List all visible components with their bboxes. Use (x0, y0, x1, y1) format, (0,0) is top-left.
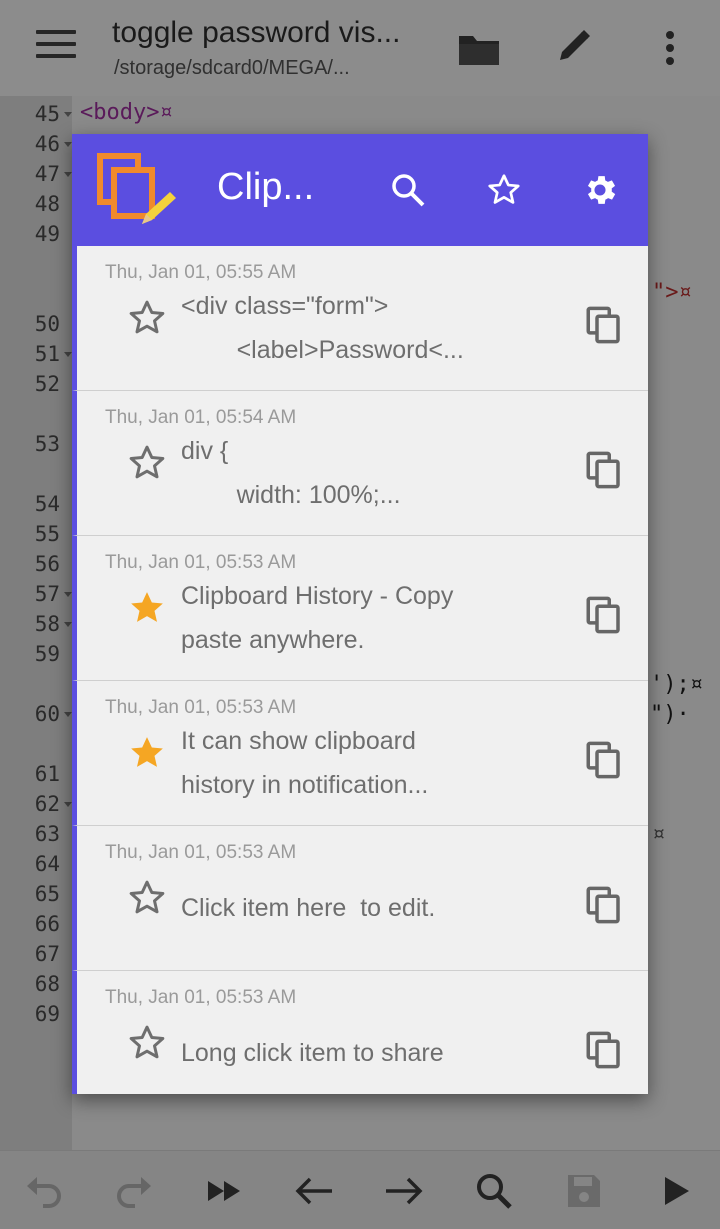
copy-icon[interactable] (583, 739, 625, 781)
line-number: 68 (34, 972, 60, 996)
line-number: 62 (0, 792, 72, 816)
search-icon[interactable] (386, 168, 430, 212)
line-number: 51 (0, 342, 72, 366)
code-line: ¤ (652, 822, 666, 847)
item-text: <div class="form"> <label>Password<... (181, 292, 464, 364)
star-outline-icon[interactable] (127, 1023, 167, 1063)
save-icon[interactable] (562, 1169, 606, 1213)
copy-icon[interactable] (583, 884, 625, 926)
item-text: Clipboard History - Copy paste anywhere. (181, 582, 454, 654)
item-timestamp: Thu, Jan 01, 05:54 AM (105, 407, 297, 428)
copy-icon[interactable] (583, 1029, 625, 1071)
item-text: div { width: 100%;... (181, 437, 401, 509)
line-number: 52 (34, 372, 60, 396)
line-number: 48 (34, 192, 60, 216)
item-timestamp: Thu, Jan 01, 05:55 AM (105, 262, 297, 283)
code-line: <body>¤ (80, 100, 173, 125)
line-number: 56 (34, 552, 60, 576)
item-text: Click item here to edit. (181, 894, 436, 922)
star-filled-icon[interactable] (127, 588, 167, 628)
line-number: 67 (34, 942, 60, 966)
copy-icon[interactable] (583, 449, 625, 491)
line-number-gutter: 45 46 47 48 49 50 51 52 53 54 55 56 57 5… (0, 96, 72, 1150)
list-item[interactable]: Thu, Jan 01, 05:53 AM It can show clipbo… (72, 681, 648, 826)
list-item[interactable]: Thu, Jan 01, 05:53 AM Click item here to… (72, 826, 648, 971)
star-outline-icon[interactable] (127, 443, 167, 483)
line-number: 61 (34, 762, 60, 786)
item-timestamp: Thu, Jan 01, 05:53 AM (105, 987, 297, 1008)
redo-icon[interactable] (112, 1169, 156, 1213)
line-number: 65 (34, 882, 60, 906)
line-number: 49 (34, 222, 60, 246)
line-number: 64 (34, 852, 60, 876)
line-number: 66 (34, 912, 60, 936)
edit-icon[interactable] (552, 24, 600, 72)
list-item[interactable]: Thu, Jan 01, 05:53 AM Clipboard History … (72, 536, 648, 681)
list-item[interactable]: Thu, Jan 01, 05:55 AM <div class="form">… (72, 246, 648, 391)
clipboard-dialog: Clip... Thu, Jan 01, 05:55 AM <div class… (72, 134, 648, 1094)
arrow-right-icon[interactable] (382, 1169, 426, 1213)
star-outline-icon[interactable] (127, 878, 167, 918)
fast-forward-icon[interactable] (202, 1169, 246, 1213)
code-line: ">¤ (652, 280, 692, 305)
list-item[interactable]: Thu, Jan 01, 05:53 AM Long click item to… (72, 971, 648, 1094)
line-number: 58 (0, 612, 72, 636)
app-logo-icon (96, 152, 176, 232)
play-icon[interactable] (654, 1169, 698, 1213)
dialog-title: Clip... (217, 166, 315, 208)
line-number: 55 (34, 522, 60, 546)
editor-app-bar: toggle password vis... /storage/sdcard0/… (0, 0, 720, 96)
item-text: It can show clipboard history in notific… (181, 727, 429, 799)
item-timestamp: Thu, Jan 01, 05:53 AM (105, 552, 297, 573)
menu-icon[interactable] (36, 30, 76, 64)
line-number: 45 (0, 102, 72, 126)
arrow-left-icon[interactable] (292, 1169, 336, 1213)
line-number: 50 (34, 312, 60, 336)
star-outline-icon[interactable] (127, 298, 167, 338)
settings-icon[interactable] (578, 168, 622, 212)
star-outline-icon[interactable] (482, 168, 526, 212)
line-number: 47 (0, 162, 72, 186)
line-number: 46 (0, 132, 72, 156)
editor-toolbar (0, 1150, 720, 1229)
dialog-header: Clip... (72, 134, 648, 246)
line-number: 53 (34, 432, 60, 456)
copy-icon[interactable] (583, 304, 625, 346)
line-number: 63 (34, 822, 60, 846)
more-vert-icon[interactable] (646, 24, 694, 72)
folder-icon[interactable] (456, 24, 504, 72)
line-number: 60 (0, 702, 72, 726)
item-timestamp: Thu, Jan 01, 05:53 AM (105, 842, 297, 863)
file-title: toggle password vis... (112, 16, 401, 49)
line-number: 69 (34, 1002, 60, 1026)
item-timestamp: Thu, Jan 01, 05:53 AM (105, 697, 297, 718)
line-number: 54 (34, 492, 60, 516)
item-text: Long click item to share (181, 1039, 444, 1067)
search-icon[interactable] (472, 1169, 516, 1213)
code-line: ")· (650, 702, 690, 727)
clipboard-list: Thu, Jan 01, 05:55 AM <div class="form">… (72, 246, 648, 1094)
file-path: /storage/sdcard0/MEGA/... (114, 57, 350, 79)
undo-icon[interactable] (22, 1169, 66, 1213)
line-number: 59 (34, 642, 60, 666)
code-line: ');¤ (650, 672, 703, 697)
star-filled-icon[interactable] (127, 733, 167, 773)
list-item[interactable]: Thu, Jan 01, 05:54 AM div { width: 100%;… (72, 391, 648, 536)
line-number: 57 (0, 582, 72, 606)
copy-icon[interactable] (583, 594, 625, 636)
